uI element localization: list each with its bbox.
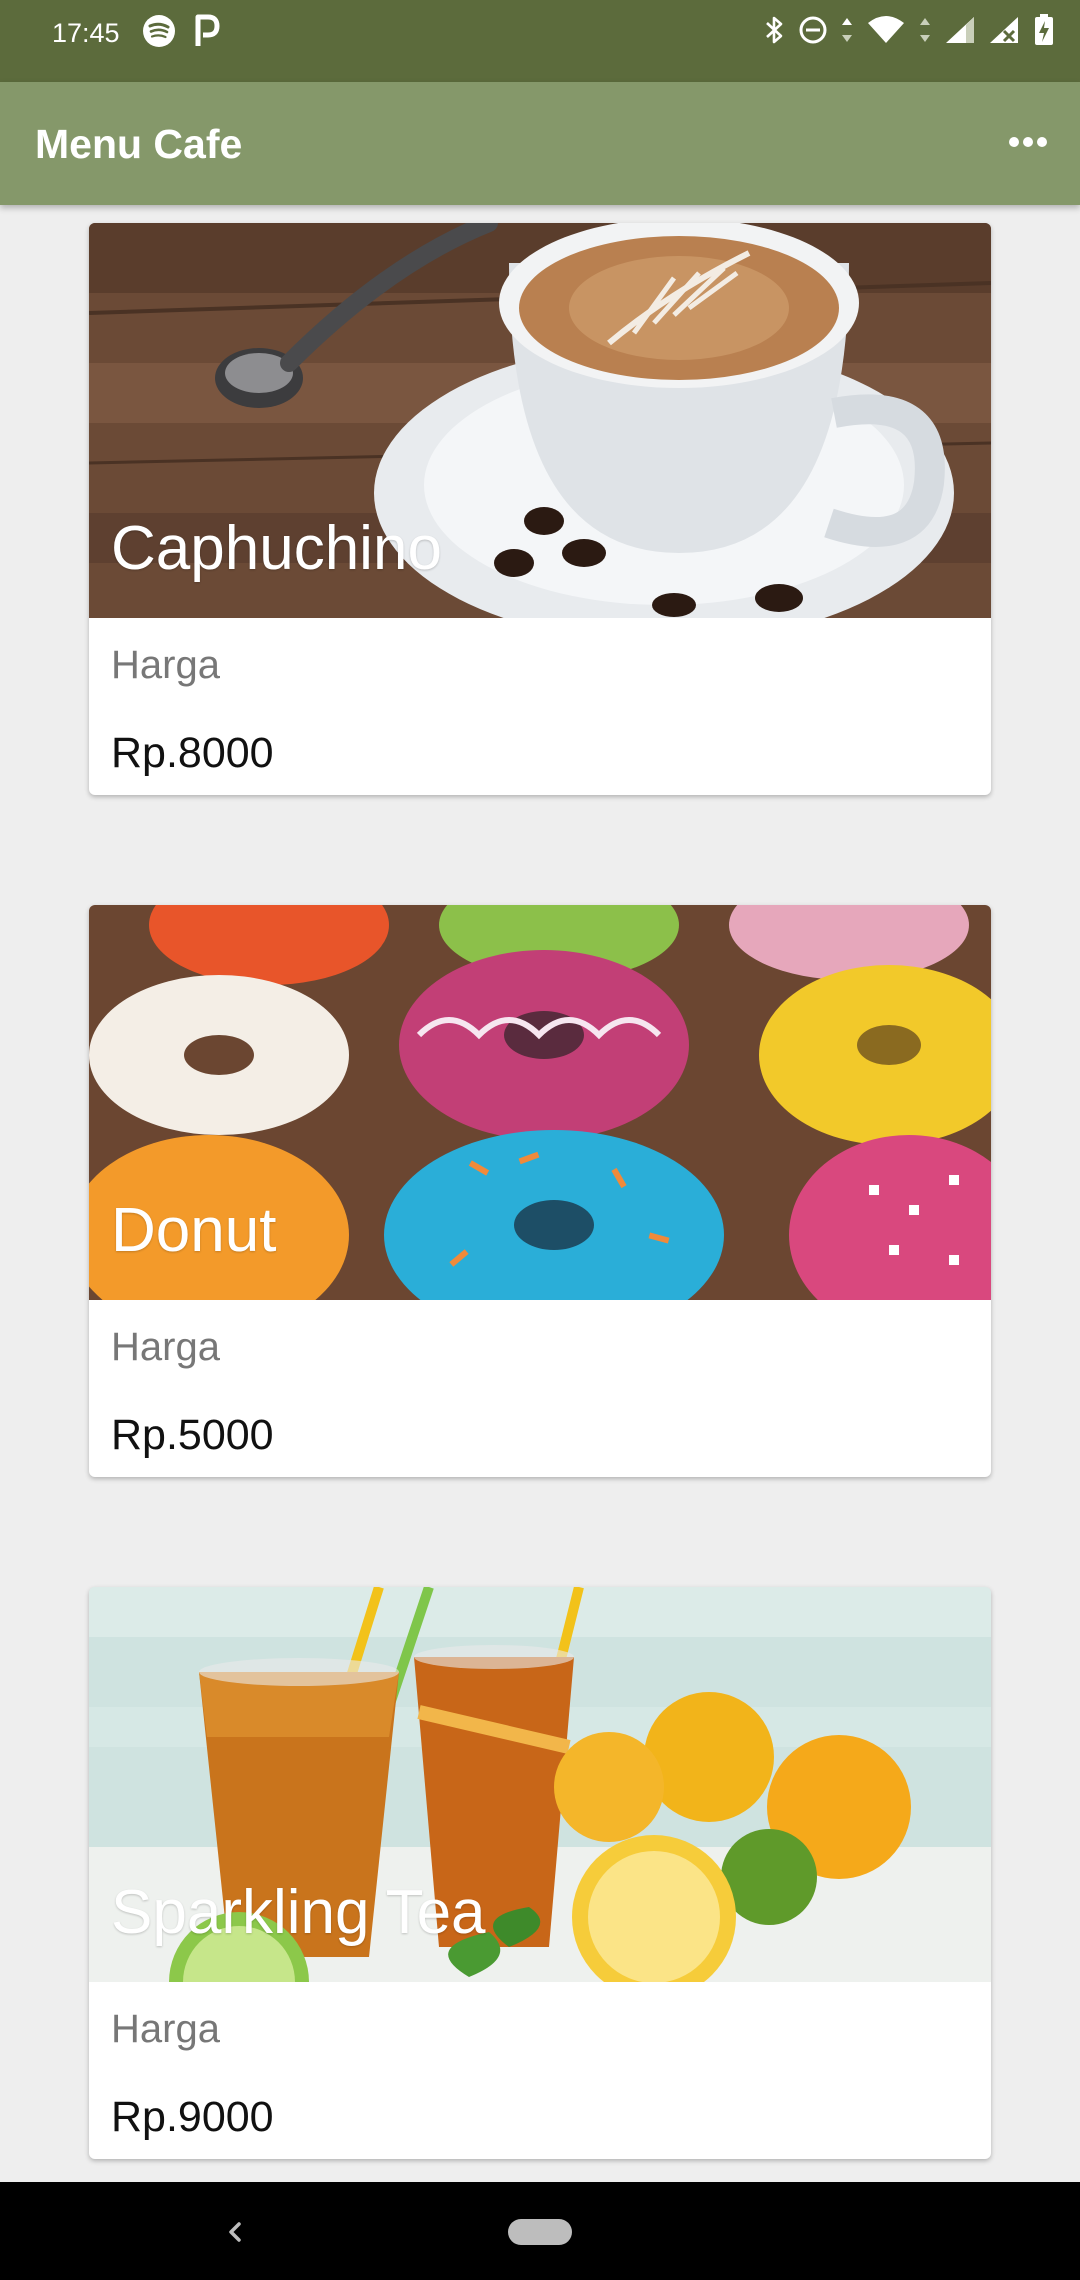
home-pill-button[interactable] (508, 2219, 572, 2245)
data-arrows-icon (840, 15, 854, 50)
price-label: Harga (111, 643, 220, 687)
menu-card[interactable]: Sparkling Tea Harga Rp.9000 (89, 1587, 991, 2159)
data-arrows-icon-2 (918, 15, 932, 50)
bluetooth-icon (762, 14, 786, 51)
battery-charging-icon (1034, 14, 1054, 51)
spotify-icon (142, 14, 176, 53)
menu-card[interactable]: Donut Harga Rp.5000 (89, 905, 991, 1477)
wifi-icon (866, 15, 906, 50)
signal-icon (944, 15, 976, 50)
navigation-bar (0, 2182, 1080, 2280)
menu-card[interactable]: Caphuchino Harga Rp.8000 (89, 223, 991, 795)
app-title: Menu Cafe (35, 121, 243, 167)
status-time: 17:45 (52, 18, 120, 48)
price-value: Rp.8000 (111, 729, 274, 777)
p-icon (194, 14, 220, 53)
menu-list[interactable]: Caphuchino Harga Rp.8000 Donut Harga Rp.… (0, 205, 1080, 2182)
status-bar: 17:45 (0, 0, 1080, 82)
menu-item-name: Caphuchino (111, 514, 442, 583)
app-bar: Menu Cafe (0, 82, 1080, 205)
price-value: Rp.9000 (111, 2093, 274, 2141)
price-label: Harga (111, 2007, 220, 2051)
signal-no-data-icon (988, 15, 1022, 50)
back-icon[interactable] (215, 2212, 255, 2252)
menu-item-name: Sparkling Tea (111, 1878, 486, 1947)
overflow-menu-button[interactable] (996, 112, 1060, 176)
card-image-coffee: Caphuchino (89, 223, 991, 618)
card-image-tea: Sparkling Tea (89, 1587, 991, 1982)
menu-item-name: Donut (111, 1196, 277, 1265)
price-label: Harga (111, 1325, 220, 1369)
do-not-disturb-icon (798, 15, 828, 50)
more-horiz-icon (1008, 135, 1048, 153)
card-image-donut: Donut (89, 905, 991, 1300)
price-value: Rp.5000 (111, 1411, 274, 1459)
